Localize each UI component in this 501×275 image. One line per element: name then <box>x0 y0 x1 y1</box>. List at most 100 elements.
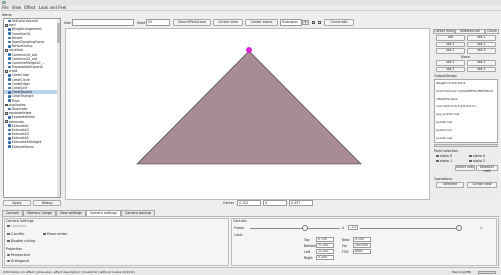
tree-scrollbar-thumb[interactable] <box>57 23 60 43</box>
move-button[interactable]: oid-1 <box>436 66 465 73</box>
effect-tree[interactable]: SetColorVolume conf WingArrangement Conelin… <box>3 18 61 198</box>
move-button[interactable]: oid-1 <box>436 60 465 66</box>
effect-node-icon <box>8 86 11 90</box>
radio-icon[interactable] <box>7 253 10 257</box>
effect-node-icon <box>8 53 11 56</box>
list-item[interactable]: pointY:null <box>435 127 497 135</box>
toolbar-checkbox-a[interactable] <box>312 21 315 24</box>
menu-view[interactable]: View <box>12 5 22 10</box>
deselect-until-button[interactable]: Deselect until <box>476 165 498 173</box>
menu-effect[interactable]: Effect <box>24 5 36 10</box>
top-field[interactable]: 0.150 <box>316 237 334 242</box>
apply-button[interactable]: Apply <box>3 200 31 206</box>
list-item[interactable]: Weight=0.5/0.5/0.9 <box>435 80 497 88</box>
shading-dropdown-value: Duangton <box>282 20 298 24</box>
menu-bar: File View Effect Look and Feel <box>0 5 501 11</box>
effect-node-icon <box>8 141 11 144</box>
left-field[interactable]: -0.200 <box>316 249 334 254</box>
pos-button[interactable]: oid-3 <box>467 48 496 54</box>
tree-item-label: ExtrudeFaces <box>11 144 34 149</box>
right-field[interactable]: 0.200 <box>316 255 334 260</box>
tab-selected-cell[interactable]: Selected cell <box>455 29 485 34</box>
tab-center-view[interactable]: Center View <box>433 29 455 34</box>
lightmap-option[interactable]: Lightmap <box>7 224 26 228</box>
list-hscrollbar[interactable] <box>434 144 498 147</box>
alpha-check-3[interactable]: alpha 1 <box>436 159 452 163</box>
frame-slider-track[interactable] <box>250 228 340 229</box>
far-field[interactable]: 100.000 <box>353 243 371 248</box>
pos-button[interactable]: oid-1 <box>467 35 496 41</box>
menu-file[interactable]: File <box>2 5 9 10</box>
checkbox-checked-icon[interactable] <box>7 239 10 243</box>
tab-count[interactable]: Count <box>485 29 499 34</box>
chevron-down-icon[interactable]: ▾ <box>302 20 309 25</box>
frame-slider2-track[interactable] <box>360 228 460 229</box>
toolbar-checkbox-b[interactable] <box>318 21 321 24</box>
show-center-option[interactable]: Show center <box>43 232 67 236</box>
checkbox-checked-icon[interactable] <box>7 232 10 236</box>
move-button[interactable]: oid-1 <box>467 66 496 73</box>
folder-icon <box>5 111 8 115</box>
menu-look-and-feel[interactable]: Look and Feel <box>39 5 67 10</box>
checkbox-icon[interactable] <box>43 232 46 236</box>
vertex-marker[interactable] <box>246 47 252 53</box>
list-item[interactable]: ColorV3/Color=0/0000FFE4:ffff/FFA0:0 <box>435 88 497 96</box>
frame-value-field[interactable]: -1.2 <box>348 225 358 230</box>
folder-icon <box>5 103 8 107</box>
seed-field[interactable]: 00 <box>146 19 170 26</box>
effect-node-icon <box>8 40 11 44</box>
center-z-field[interactable]: 0.437 <box>289 200 313 206</box>
list-item[interactable]: pointX:null <box>435 135 497 142</box>
frame-slider2-handle[interactable] <box>456 225 462 231</box>
alpha-check-4[interactable]: alpha 2 <box>469 159 485 163</box>
fov-field[interactable]: Auto <box>353 249 371 254</box>
radio-selected-icon[interactable] <box>7 259 10 263</box>
center-x-field[interactable]: 0.102 <box>237 200 261 206</box>
disable-culling-option[interactable]: Disable culling <box>7 239 35 243</box>
frame-label: Frame <box>234 226 245 230</box>
shading-dropdown[interactable]: Duangton <box>280 19 302 26</box>
list-item[interactable]: cooruS/S=0.5/1.0/0.0/0.3+ <box>435 103 497 111</box>
list-item[interactable]: offsetS/S:false <box>435 96 497 104</box>
alpha-check-2[interactable]: alpha 0 <box>469 154 485 158</box>
save-effect-button[interactable]: Save Effect/Lane <box>173 19 211 26</box>
cbuffer-option[interactable]: C-buffer <box>7 232 24 236</box>
near-field[interactable]: 0.100 <box>353 237 371 242</box>
checkbox-icon[interactable] <box>436 159 439 163</box>
camera-group: Camera Settings Lightmap C-buffer Show c… <box>4 218 229 266</box>
move-button[interactable]: oid-1 <box>467 60 496 66</box>
bottom-field[interactable]: -0.150 <box>316 243 334 248</box>
checkbox-icon[interactable] <box>436 154 439 158</box>
orthogonal-option[interactable]: Orthogonal <box>7 259 29 263</box>
debug-button[interactable]: Debug <box>33 200 61 206</box>
output-list[interactable]: Weight=0.5/0.5/0.9 ColorV3/Color=0/0000F… <box>434 79 498 143</box>
pos-button[interactable]: oid-1 <box>436 41 465 48</box>
count-edit-button[interactable]: Count edit <box>324 19 354 26</box>
pos-button[interactable]: oid-1 <box>436 48 465 54</box>
tree-scrollbar[interactable] <box>57 19 60 197</box>
pos-button[interactable]: oid <box>436 35 465 41</box>
far-label: Far <box>342 244 347 248</box>
center-view-button[interactable]: Center view <box>213 19 243 26</box>
user-field[interactable] <box>72 19 134 26</box>
list-item[interactable]: exp_pointX:null <box>435 111 497 119</box>
list-item[interactable]: pointZ:null <box>435 119 497 127</box>
select-until-button[interactable]: Select until <box>455 165 475 171</box>
pyramid-face[interactable] <box>136 50 362 165</box>
right-label: Right <box>304 256 313 260</box>
alpha-check-1[interactable]: alpha 0 <box>436 154 452 158</box>
center-y-field[interactable]: 0 <box>263 200 287 206</box>
selected-button[interactable]: Selected <box>436 182 464 188</box>
tree-item[interactable]: ExtrudeFaces <box>4 145 60 149</box>
viewport-canvas[interactable] <box>65 28 430 200</box>
perspective-option[interactable]: Perspective <box>7 253 30 257</box>
frame-slider-handle[interactable] <box>302 225 308 231</box>
effect-node-icon <box>8 137 11 140</box>
center-scene-button[interactable]: Center scene <box>245 19 278 26</box>
checkbox-icon[interactable] <box>7 224 10 228</box>
checkbox-icon[interactable] <box>469 159 472 163</box>
pos-button[interactable]: oid-1 <box>467 41 496 48</box>
viewport-svg[interactable] <box>66 29 430 200</box>
center-view-op-button[interactable]: Center view <box>467 182 497 188</box>
checkbox-icon[interactable] <box>469 154 472 158</box>
